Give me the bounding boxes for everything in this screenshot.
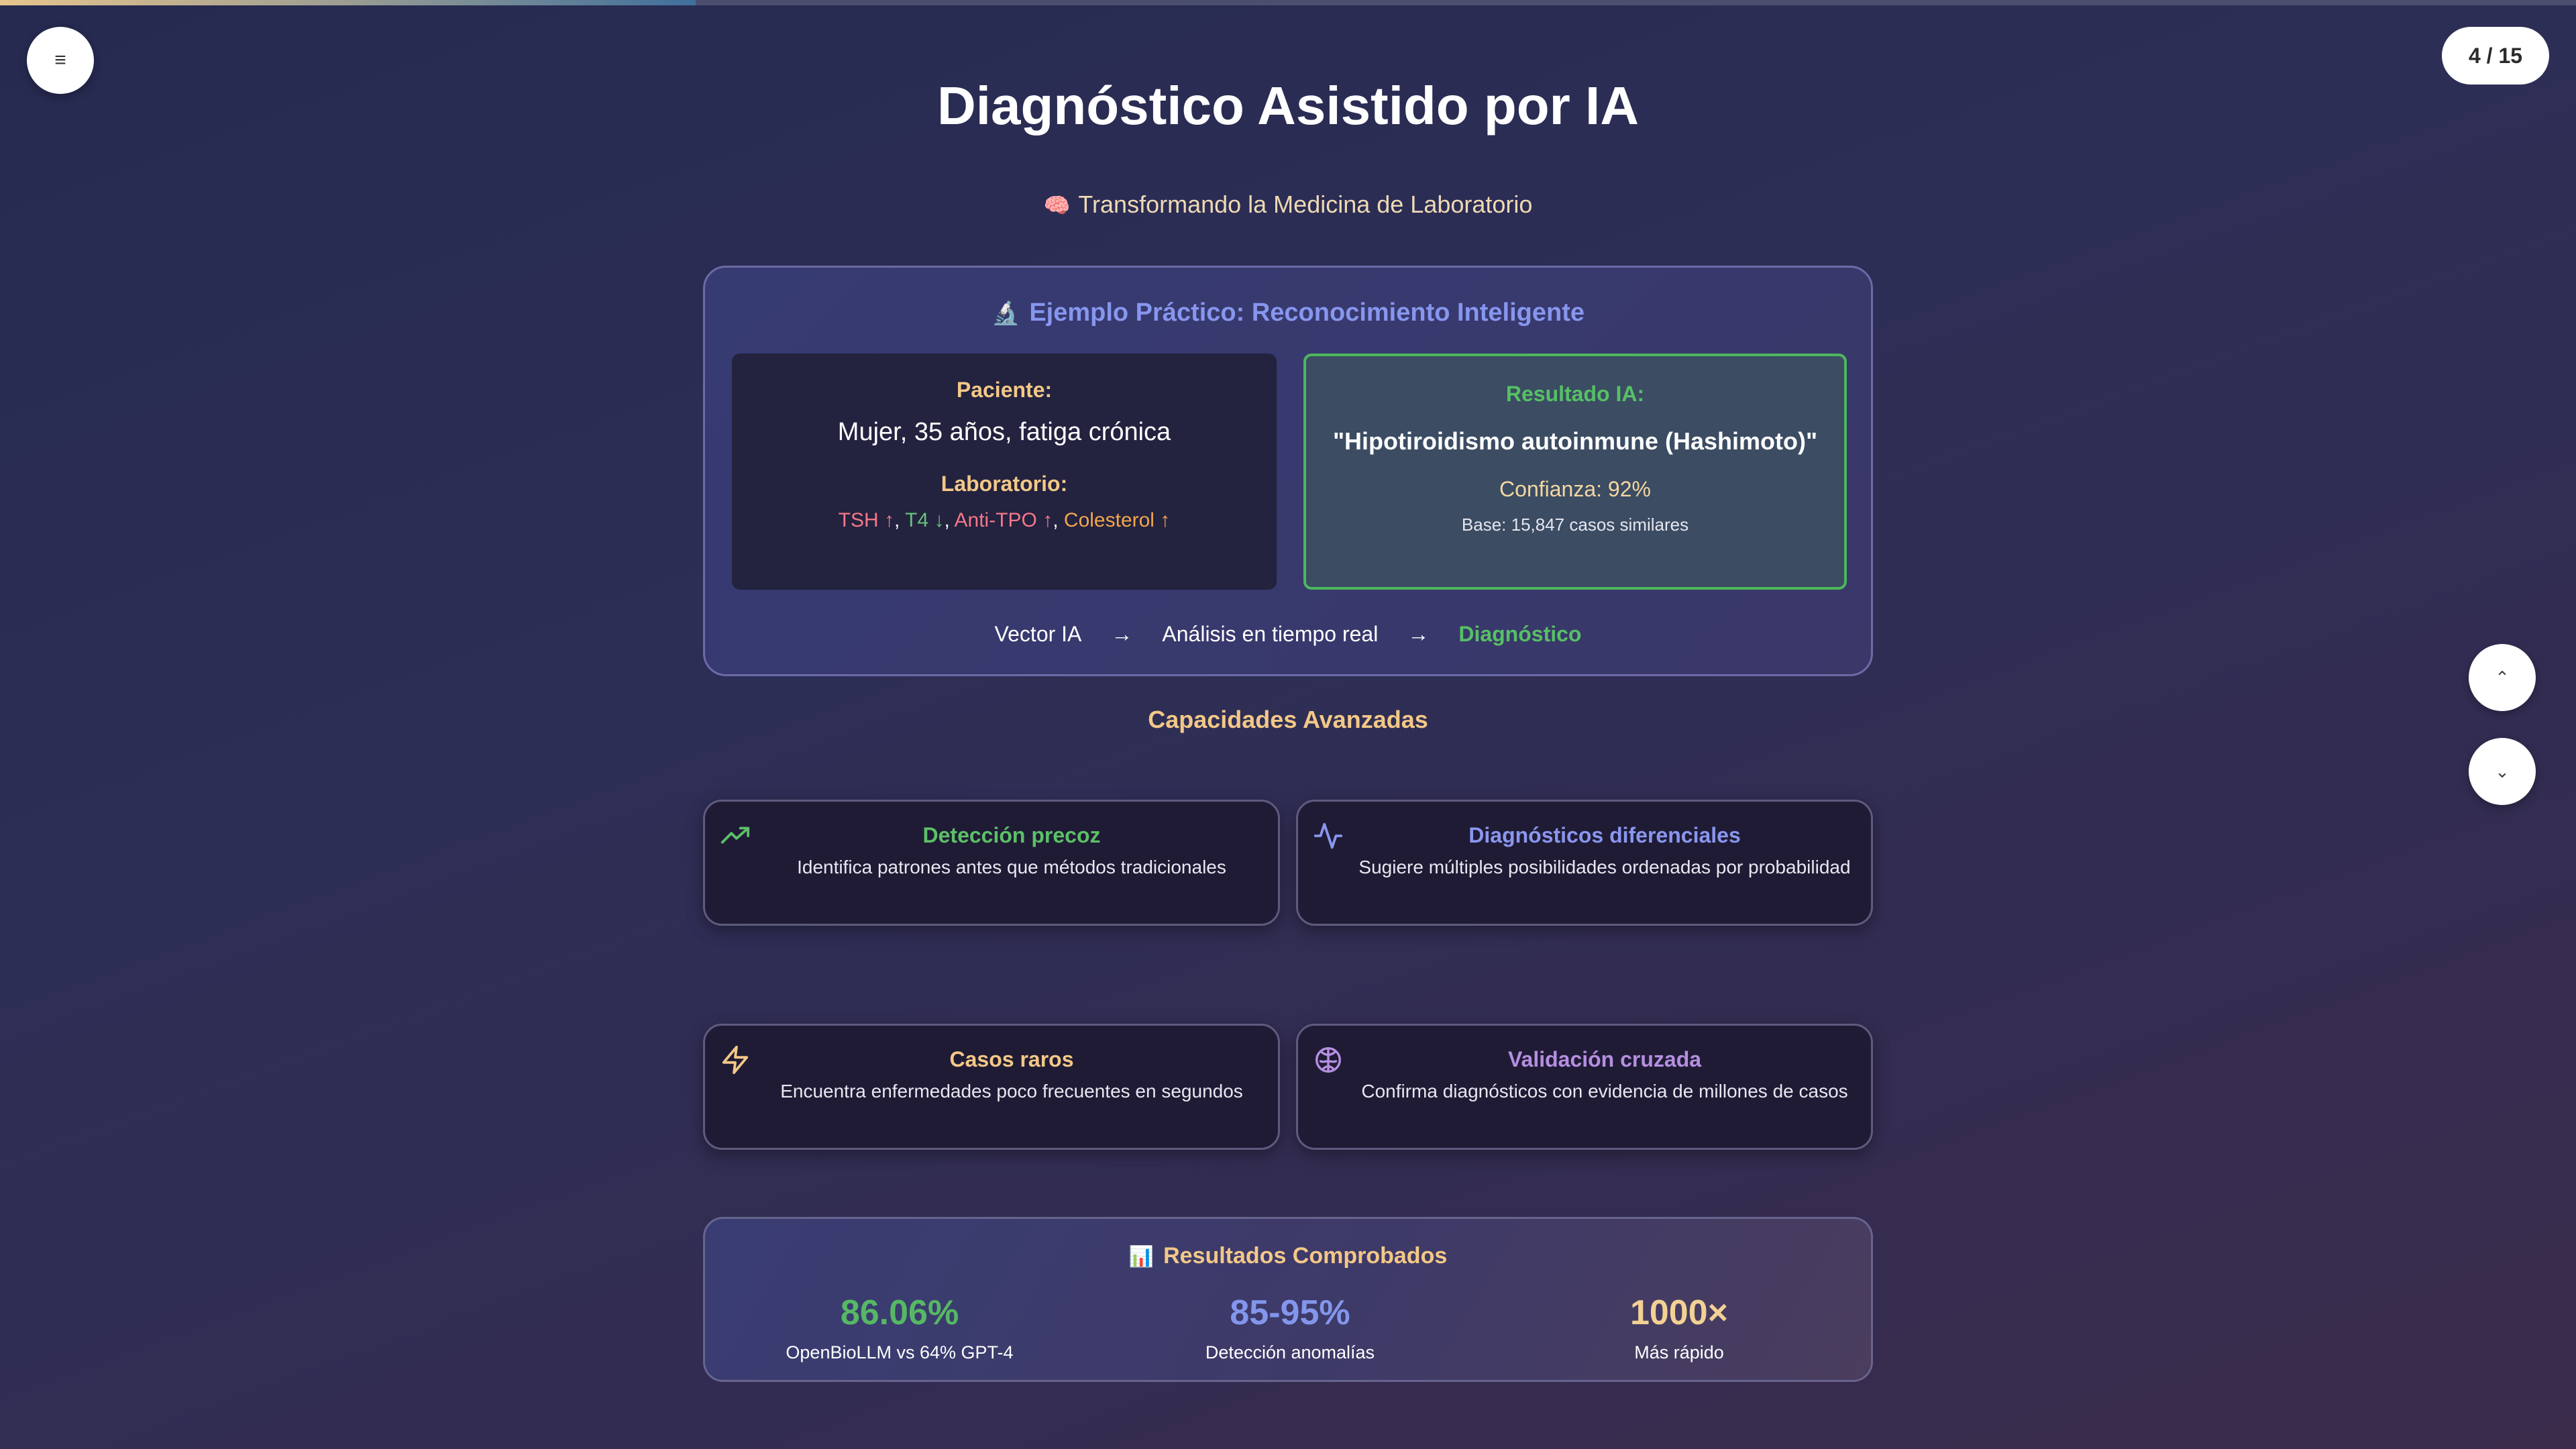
stat-label: Más rápido: [1634, 1342, 1724, 1362]
stat-label: Detección anomalías: [1205, 1342, 1375, 1362]
flow-step: Vector IA: [994, 622, 1082, 646]
card-description: Identifica patrones antes que métodos tr…: [797, 857, 1226, 877]
lab-separator: ,: [944, 509, 955, 531]
brain-icon: [1316, 1047, 1341, 1073]
card-title: Validación cruzada: [1507, 1047, 1702, 1071]
capabilities-title: Capacidades Avanzadas: [1148, 706, 1428, 733]
lightning-icon: [722, 1045, 749, 1075]
lab-separator: ,: [1053, 509, 1064, 531]
microscope-icon: 🔬: [991, 301, 1020, 326]
chevron-up-icon: ⌃: [2495, 667, 2510, 688]
stat-value: 1000×: [1629, 1293, 1729, 1332]
stat-item: 1000× Más rápido: [1485, 1293, 1874, 1363]
stat-value: 86.06%: [840, 1293, 959, 1332]
arrow-right-icon: →: [1407, 622, 1430, 646]
brain-emoji-icon: 🧠: [1043, 193, 1071, 217]
next-slide-button[interactable]: ⌄: [2469, 738, 2536, 805]
stat-item: 85-95% Detección anomalías: [1095, 1293, 1485, 1363]
ai-case-base: Base: 15,847 casos similares: [1461, 515, 1689, 535]
card-title: Diagnósticos diferenciales: [1468, 823, 1741, 847]
card-title: Detección precoz: [922, 823, 1101, 847]
stat-value: 85-95%: [1230, 1293, 1350, 1332]
ai-confidence: Confianza: 92%: [1499, 477, 1651, 501]
patient-description: Mujer, 35 años, fatiga crónica: [837, 418, 1171, 446]
example-panel: 🔬 Ejemplo Práctico: Reconocimiento Inteli…: [703, 266, 1873, 676]
bar-chart-icon: 📊: [1128, 1246, 1155, 1268]
trending-up-icon: [720, 826, 750, 844]
results-title-text: Resultados Comprobados: [1163, 1243, 1448, 1269]
patient-box: Paciente: Mujer, 35 años, fatiga crónica…: [732, 354, 1277, 590]
previous-slide-button[interactable]: ⌃: [2469, 644, 2536, 711]
lab-values: TSH ↑, T4 ↓, Anti-TPO ↑, Colesterol ↑: [732, 509, 1277, 532]
progress-bar: [0, 0, 2576, 5]
results-panel: 📊 Resultados Comprobados 86.06% OpenBioLL…: [703, 1217, 1873, 1382]
chevron-down-icon: ⌄: [2495, 761, 2510, 782]
activity-icon: [1313, 822, 1343, 849]
capability-card-rare-cases: Casos raros Encuentra enfermedades poco …: [703, 1024, 1280, 1150]
menu-icon: ≡: [54, 49, 66, 71]
ai-result-box: Resultado IA: "Hipotiroidismo autoinmune…: [1303, 354, 1847, 590]
capability-card-differential: Diagnósticos diferenciales Sugiere múlti…: [1296, 800, 1873, 926]
flow-step-final: Diagnóstico: [1458, 622, 1582, 646]
card-description: Sugiere múltiples posibilidades ordenada…: [1358, 857, 1851, 877]
card-description: Encuentra enfermedades poco frecuentes e…: [780, 1081, 1243, 1102]
subtitle-text: Transformando la Medicina de Laboratorio: [1078, 191, 1533, 218]
capability-card-early-detection: Detección precoz Identifica patrones ant…: [703, 800, 1280, 926]
lab-value: Colesterol ↑: [1063, 509, 1171, 531]
page-title: Diagnóstico Asistido por IA: [937, 76, 1639, 136]
lab-value: TSH ↑: [838, 509, 895, 531]
example-title: 🔬 Ejemplo Práctico: Reconocimiento Inteli…: [705, 299, 1871, 327]
lab-value: Anti-TPO ↑: [954, 509, 1053, 531]
ai-result-label: Resultado IA:: [1505, 382, 1645, 406]
process-flow: Vector IA → Análisis en tiempo real → Diagnó…: [705, 622, 1871, 647]
stat-item: 86.06% OpenBioLLM vs 64% GPT-4: [705, 1293, 1094, 1363]
ai-diagnosis: "Hipotiroidismo autoinmune (Hashimoto)": [1332, 427, 1818, 455]
page-subtitle: 🧠 Transformando la Medicina de Laboratori…: [0, 191, 2576, 219]
capability-card-cross-validation: Validación cruzada Confirma diagnósticos…: [1296, 1024, 1873, 1150]
example-title-text: Ejemplo Práctico: Reconocimiento Intelig…: [1029, 299, 1585, 327]
flow-step: Análisis en tiempo real: [1162, 622, 1379, 646]
patient-label: Paciente:: [956, 378, 1053, 402]
lab-separator: ,: [894, 509, 906, 531]
arrow-right-icon: →: [1111, 622, 1133, 646]
card-description: Confirma diagnósticos con evidencia de m…: [1361, 1081, 1848, 1102]
results-title: 📊 Resultados Comprobados: [705, 1243, 1871, 1269]
stat-label: OpenBioLLM vs 64% GPT-4: [786, 1342, 1014, 1362]
lab-label: Laboratorio:: [941, 472, 1068, 496]
lab-value: T4 ↓: [905, 509, 945, 531]
card-title: Casos raros: [949, 1047, 1074, 1071]
progress-bar-fill: [0, 0, 696, 5]
